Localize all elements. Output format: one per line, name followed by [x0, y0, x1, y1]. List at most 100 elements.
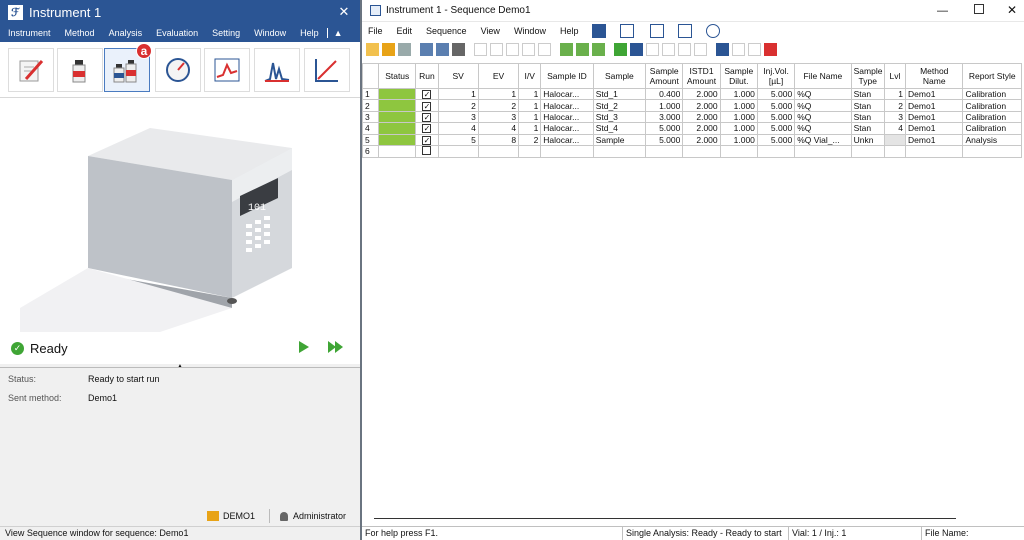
- column-header[interactable]: Sample: [592, 63, 647, 89]
- table-cell[interactable]: 2.000: [682, 122, 721, 135]
- close-button[interactable]: ✕: [328, 0, 360, 24]
- table-cell[interactable]: 1: [477, 87, 520, 101]
- table-cell[interactable]: [540, 144, 594, 158]
- table-cell[interactable]: 0.400: [645, 87, 684, 101]
- table-cell[interactable]: 2: [437, 99, 479, 112]
- copy-icon[interactable]: [522, 42, 535, 56]
- checkbox-box[interactable]: ✓: [422, 101, 432, 111]
- table-cell[interactable]: Calibration: [962, 110, 1022, 124]
- table-cell[interactable]: Demo1: [905, 122, 964, 135]
- column-header[interactable]: I/V: [518, 63, 542, 89]
- column-header[interactable]: Sample Dilut.: [719, 63, 758, 89]
- maximize-button[interactable]: [974, 4, 984, 14]
- abort-icon[interactable]: [662, 42, 675, 56]
- table-cell[interactable]: Demo1: [905, 133, 964, 146]
- table-cell[interactable]: [437, 144, 479, 158]
- status-cell[interactable]: [378, 110, 417, 124]
- save-icon[interactable]: [398, 42, 411, 56]
- menu-setting[interactable]: Setting: [212, 28, 240, 38]
- table-cell[interactable]: Halocar...: [540, 110, 594, 124]
- evaluation-button[interactable]: [254, 48, 300, 92]
- table-cell[interactable]: 1: [518, 110, 542, 124]
- menu-file[interactable]: File: [368, 26, 383, 36]
- open-icon[interactable]: [382, 42, 395, 56]
- column-header[interactable]: Sample Type: [850, 63, 885, 89]
- gauge-small-icon[interactable]: [706, 24, 721, 38]
- column-header[interactable]: Report Style: [962, 63, 1022, 89]
- pause-icon[interactable]: [694, 42, 707, 56]
- table-cell[interactable]: Stan: [850, 122, 885, 135]
- table-cell[interactable]: 1: [518, 122, 542, 135]
- report-icon[interactable]: [732, 42, 745, 56]
- new-icon[interactable]: [366, 42, 379, 56]
- table-cell[interactable]: Stan: [850, 99, 885, 112]
- stop-icon[interactable]: [678, 42, 691, 56]
- table-cell[interactable]: 3.000: [645, 110, 684, 124]
- menu-view[interactable]: View: [481, 26, 500, 36]
- table-cell[interactable]: [962, 144, 1022, 158]
- find-icon[interactable]: [436, 42, 449, 56]
- table-cell[interactable]: Std_3: [592, 110, 647, 124]
- table-cell[interactable]: 2.000: [682, 133, 721, 146]
- table-cell[interactable]: 1: [518, 99, 542, 112]
- app-logo-small-icon[interactable]: [592, 24, 607, 38]
- run-checkbox[interactable]: ✓: [415, 99, 439, 112]
- table-cell[interactable]: 1.000: [719, 87, 758, 101]
- checkbox-box[interactable]: ✓: [422, 112, 432, 122]
- table-cell[interactable]: Calibration: [962, 87, 1022, 101]
- table-cell[interactable]: 1.000: [645, 99, 684, 112]
- table-cell[interactable]: 1: [437, 87, 479, 101]
- table-cell[interactable]: Sample: [592, 133, 647, 146]
- chromatogram-button[interactable]: [204, 48, 250, 92]
- menu-instrument[interactable]: Instrument: [8, 28, 51, 38]
- delete-row-icon[interactable]: [592, 42, 605, 56]
- method-edit-button[interactable]: [8, 48, 54, 92]
- run-checkbox[interactable]: ✓: [415, 110, 439, 124]
- table-cell[interactable]: 4: [883, 122, 907, 135]
- run-checkbox[interactable]: ✓: [415, 133, 439, 146]
- table-cell[interactable]: 1: [518, 87, 542, 101]
- status-cell[interactable]: [378, 122, 417, 135]
- table-cell[interactable]: Calibration: [962, 122, 1022, 135]
- table-cell[interactable]: Halocar...: [540, 87, 594, 101]
- table-row[interactable]: 5 ✓ 5 8 2 Halocar... Sample 5.000 2.000 1.000 5.00…: [362, 133, 1022, 146]
- table-cell[interactable]: 5.000: [756, 133, 796, 146]
- table-cell[interactable]: [905, 144, 964, 158]
- table-cell[interactable]: Std_1: [592, 87, 647, 101]
- table-cell[interactable]: %Q: [794, 99, 852, 112]
- table-row[interactable]: 2 ✓ 2 2 1 Halocar... Std_2 1.000 2.000 1.000 5.000…: [362, 99, 1022, 112]
- menu-edit[interactable]: Edit: [397, 26, 413, 36]
- table-cell[interactable]: 8: [477, 133, 520, 146]
- column-header[interactable]: Run: [415, 63, 439, 89]
- table-cell[interactable]: 2: [518, 133, 542, 146]
- checkbox-box[interactable]: ✓: [422, 135, 432, 145]
- table-cell[interactable]: [518, 144, 542, 158]
- calibration-button[interactable]: [304, 48, 350, 92]
- menu-window[interactable]: Window: [254, 28, 286, 38]
- table-cell[interactable]: 5: [437, 133, 479, 146]
- table-cell[interactable]: [477, 144, 520, 158]
- table-cell[interactable]: 2.000: [682, 87, 721, 101]
- print-preview-icon[interactable]: [420, 42, 433, 56]
- table-cell[interactable]: 1.000: [719, 133, 758, 146]
- column-header[interactable]: Inj.Vol. [µL]: [756, 63, 796, 89]
- table-cell[interactable]: Demo1: [905, 87, 964, 101]
- fill-down-icon[interactable]: [576, 42, 589, 56]
- column-header[interactable]: [362, 63, 380, 89]
- table-cell[interactable]: 1.000: [719, 110, 758, 124]
- table-cell[interactable]: 3: [477, 110, 520, 124]
- run-checkbox[interactable]: ✓: [415, 87, 439, 101]
- single-analysis-button[interactable]: [57, 48, 103, 92]
- checkbox-box[interactable]: ✓: [422, 124, 432, 134]
- table-row[interactable]: 4 ✓ 4 4 1 Halocar... Std_4 5.000 2.000 1.000 5.000…: [362, 122, 1022, 135]
- menu-help-right[interactable]: Help: [560, 26, 579, 36]
- table-cell[interactable]: Calibration: [962, 99, 1022, 112]
- start-run-button[interactable]: [299, 341, 309, 353]
- chromatogram-small-icon[interactable]: [678, 24, 693, 38]
- app-menu-icon[interactable]: ▲: [326, 28, 343, 38]
- table-cell[interactable]: 3: [437, 110, 479, 124]
- table-cell[interactable]: [645, 144, 684, 158]
- table-cell[interactable]: 5.000: [756, 110, 796, 124]
- status-cell[interactable]: [378, 87, 417, 101]
- horizontal-scrollbar[interactable]: [374, 518, 956, 521]
